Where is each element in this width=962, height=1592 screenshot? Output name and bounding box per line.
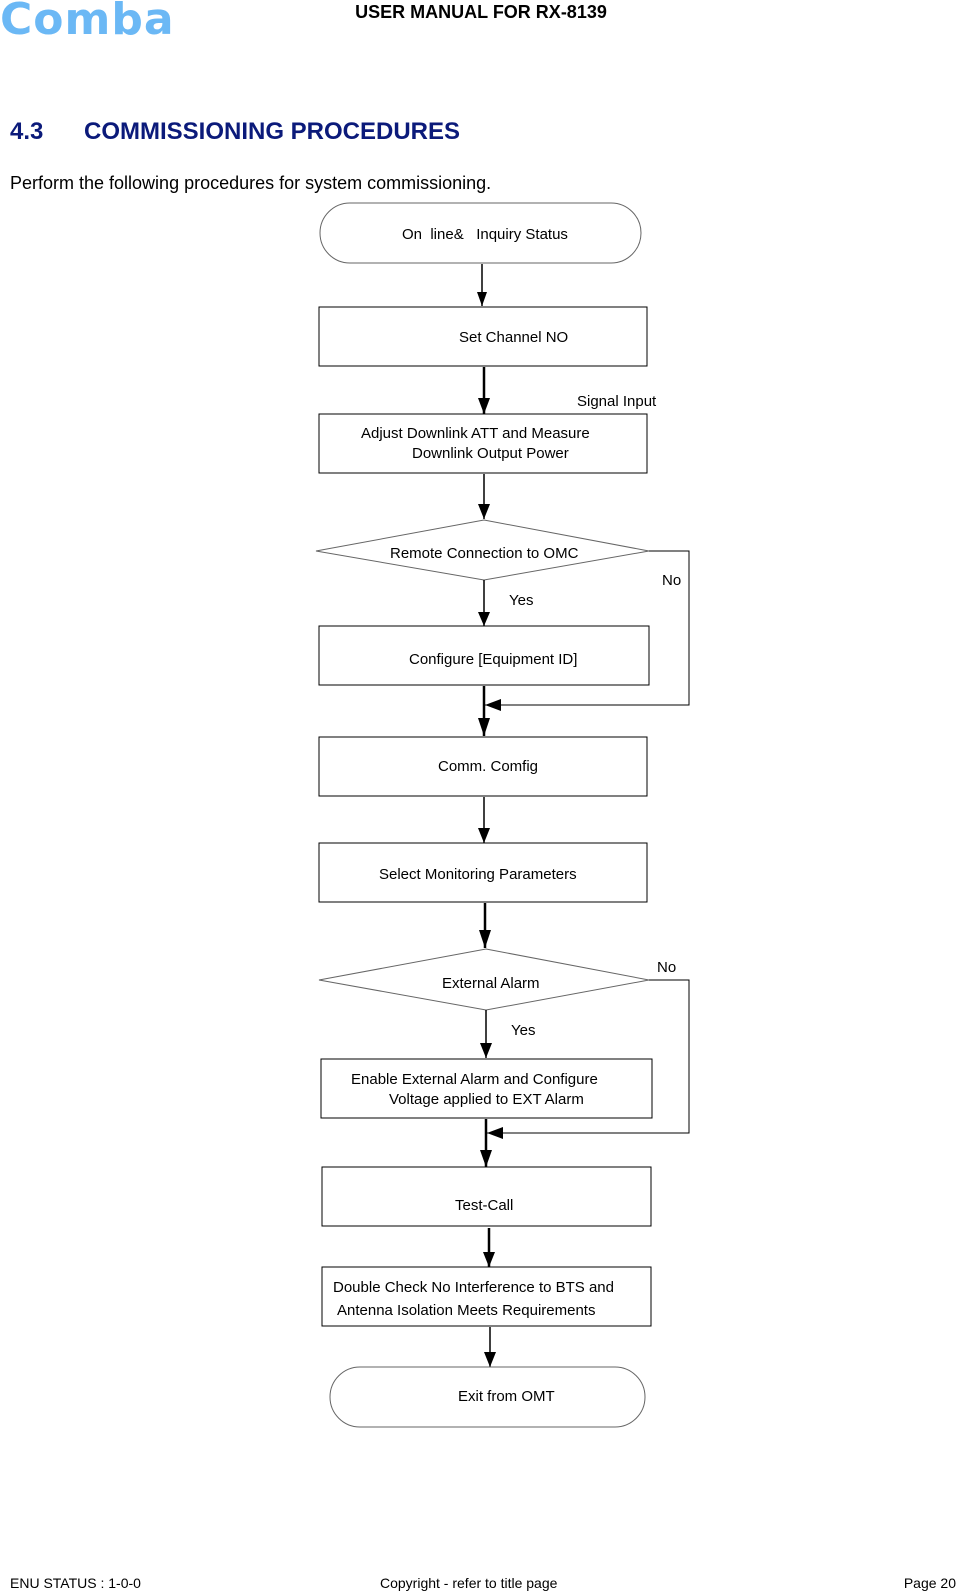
footer-status: ENU STATUS : 1-0-0 (10, 1575, 141, 1591)
decision2-no-label: No (657, 959, 676, 976)
step-double-check-label-1: Double Check No Interference to BTS and (333, 1279, 614, 1296)
step-set-channel-label: Set Channel NO (459, 329, 568, 346)
start-label: On line& Inquiry Status (402, 226, 568, 243)
step-configure-equipment-id-label: Configure [Equipment ID] (409, 651, 577, 668)
step-enable-external-alarm-label-2: Voltage applied to EXT Alarm (389, 1091, 584, 1108)
step-adjust-downlink-label-2: Downlink Output Power (412, 445, 569, 462)
decision1-no-label: No (662, 572, 681, 589)
line-decision2-no (487, 979, 690, 1134)
step-adjust-downlink-label-1: Adjust Downlink ATT and Measure (361, 425, 590, 442)
commissioning-flowchart: On line& Inquiry Status Set Channel NO S… (315, 202, 690, 1428)
step-enable-external-alarm-label-1: Enable External Alarm and Configure (351, 1071, 598, 1088)
footer-page-number: Page 20 (903, 1575, 956, 1591)
step-comm-config-label: Comm. Comfig (438, 758, 538, 775)
decision-remote-omc-label: Remote Connection to OMC (390, 545, 579, 562)
step-double-check-label-2: Antenna Isolation Meets Requirements (337, 1302, 595, 1319)
decision1-yes-label: Yes (509, 592, 533, 609)
step-select-monitoring-label: Select Monitoring Parameters (379, 866, 577, 883)
end-label: Exit from OMT (458, 1388, 555, 1405)
decision-external-alarm-label: External Alarm (442, 975, 540, 992)
footer-copyright: Copyright - refer to title page (380, 1575, 558, 1591)
step-test-call-label: Test-Call (455, 1197, 513, 1214)
step-adjust-downlink (318, 413, 648, 474)
decision2-yes-label: Yes (511, 1022, 535, 1039)
step-enable-external-alarm (320, 1058, 653, 1119)
signal-input-label: Signal Input (577, 393, 657, 410)
